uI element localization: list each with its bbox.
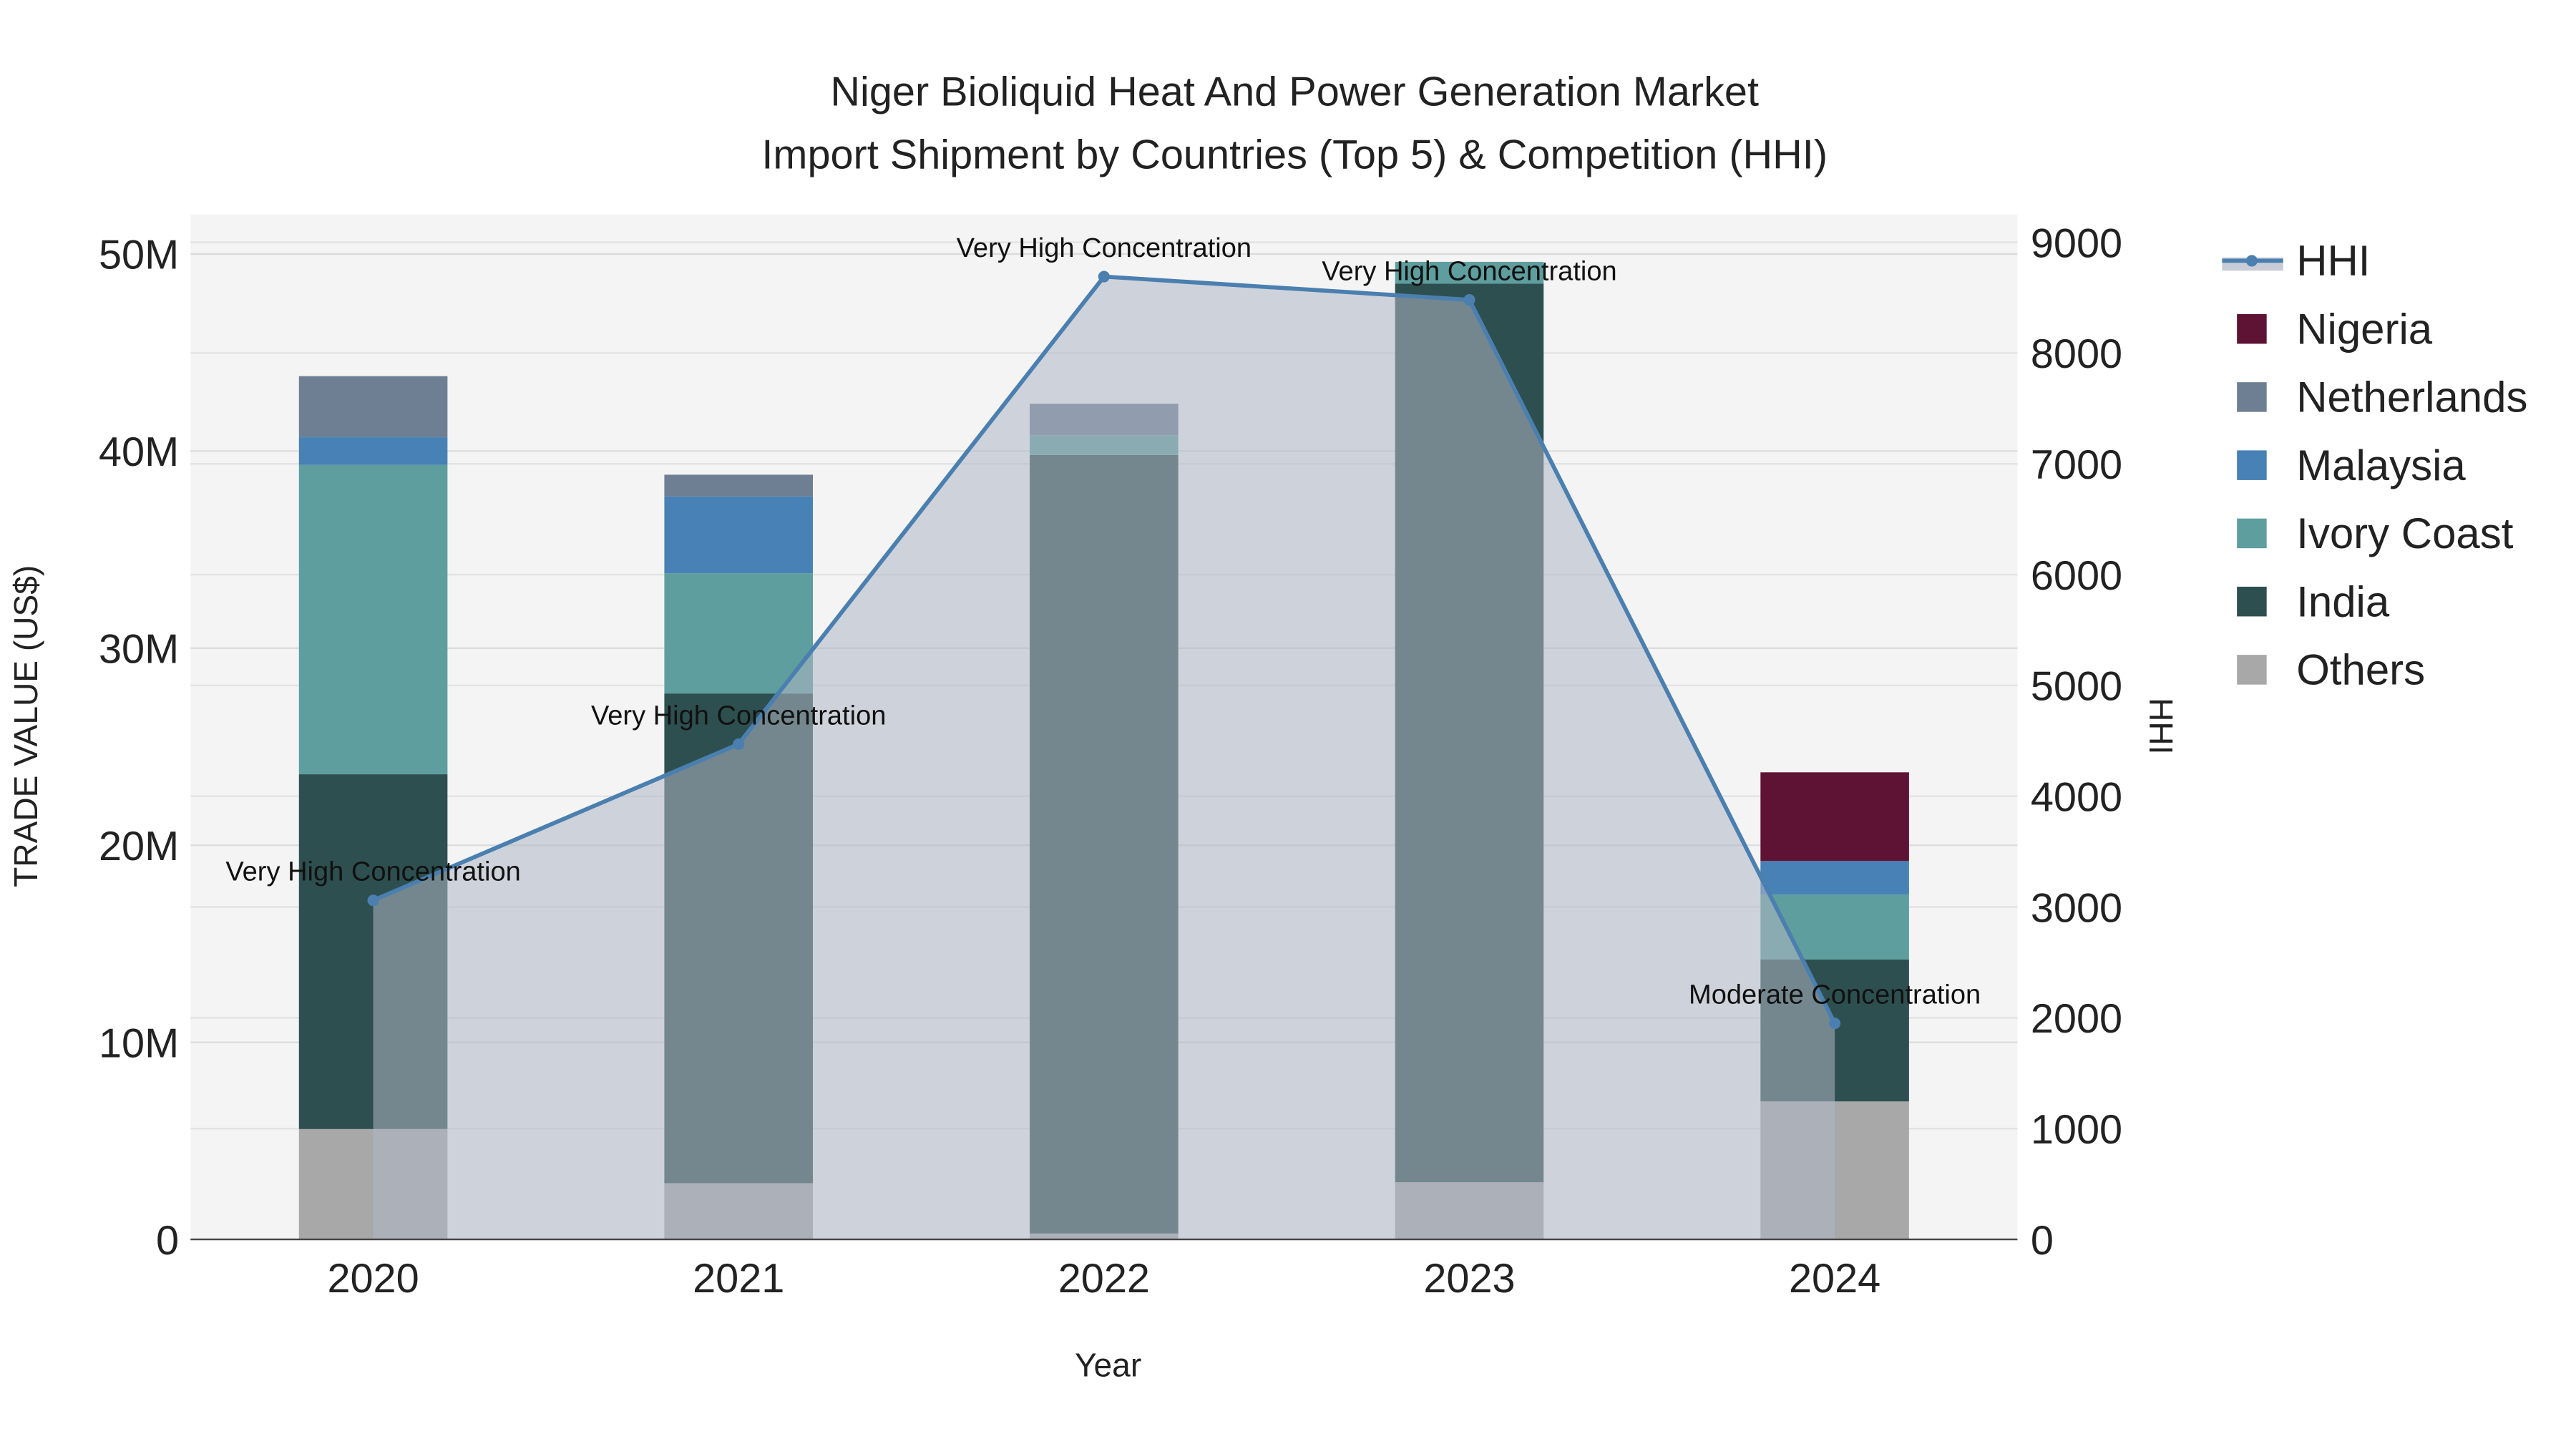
legend-label: Nigeria — [2296, 305, 2433, 353]
y-tick-label: 10M — [99, 1020, 179, 1066]
hhi-import-chart: Niger Bioliquid Heat And Power Generatio… — [7, 69, 2528, 1384]
y2-tick-label: 5000 — [2031, 664, 2122, 710]
chart-title-line2: Import Shipment by Countries (Top 5) & C… — [761, 132, 1828, 177]
y2-tick-label: 7000 — [2031, 442, 2122, 488]
legend-swatch-india — [2237, 586, 2267, 617]
y2-tick-label: 8000 — [2031, 331, 2122, 377]
legend-label: India — [2296, 577, 2390, 625]
bar-netherlands — [298, 376, 448, 438]
y-tick-label: 20M — [99, 824, 179, 869]
hhi-point — [1463, 293, 1475, 306]
legend-swatch-others — [2237, 655, 2267, 685]
legend-swatch-malaysia — [2237, 450, 2267, 480]
y-tick-label: 40M — [99, 429, 179, 475]
x-tick-label: 2021 — [693, 1256, 784, 1302]
hhi-annotation: Very High Concentration — [1322, 256, 1616, 286]
y2-tick-label: 3000 — [2031, 885, 2122, 931]
bar-netherlands — [664, 474, 813, 497]
y-axis-label: TRADE VALUE (US$) — [7, 565, 44, 887]
chart-title-line1: Niger Bioliquid Heat And Power Generatio… — [830, 69, 1759, 115]
y2-tick-label: 4000 — [2031, 774, 2122, 820]
y2-axis-label: HHI — [2142, 698, 2180, 754]
hhi-point — [1098, 270, 1110, 283]
y2-tick-label: 0 — [2031, 1218, 2054, 1264]
y2-tick-label: 1000 — [2031, 1107, 2122, 1153]
y2-tick-label: 6000 — [2031, 553, 2122, 599]
bar-ivory-coast — [298, 464, 448, 775]
legend-label: Malaysia — [2296, 441, 2466, 489]
hhi-annotation: Very High Concentration — [225, 857, 520, 887]
x-tick-label: 2023 — [1423, 1256, 1515, 1302]
bar-nigeria — [1760, 772, 1909, 862]
bar-malaysia — [664, 496, 813, 574]
bar-malaysia — [1760, 861, 1909, 895]
legend-swatch-ivory-coast — [2237, 518, 2267, 549]
hhi-point — [1829, 1018, 1841, 1030]
y2-tick-label: 9000 — [2031, 220, 2122, 266]
legend-label: Netherlands — [2296, 374, 2527, 421]
x-axis-label: Year — [1075, 1347, 1141, 1384]
hhi-point — [367, 894, 379, 907]
hhi-annotation: Very High Concentration — [591, 701, 886, 731]
y2-tick-label: 2000 — [2031, 996, 2122, 1042]
y-tick-label: 50M — [99, 233, 179, 278]
x-tick-label: 2022 — [1058, 1256, 1150, 1302]
legend-swatch-nigeria — [2237, 313, 2267, 344]
legend-label: Others — [2296, 646, 2425, 694]
hhi-point — [733, 738, 745, 751]
y-tick-label: 0 — [156, 1218, 179, 1264]
bar-malaysia — [298, 437, 448, 465]
legend-swatch-hhi-point — [2245, 255, 2258, 267]
legend-label: HHI — [2296, 237, 2370, 285]
legend-label: Ivory Coast — [2296, 509, 2514, 557]
hhi-annotation: Moderate Concentration — [1689, 980, 1981, 1010]
x-tick-label: 2020 — [327, 1256, 419, 1302]
hhi-annotation: Very High Concentration — [957, 233, 1252, 263]
legend-swatch-netherlands — [2237, 382, 2267, 412]
x-tick-label: 2024 — [1789, 1256, 1880, 1302]
y-tick-label: 30M — [99, 627, 179, 673]
